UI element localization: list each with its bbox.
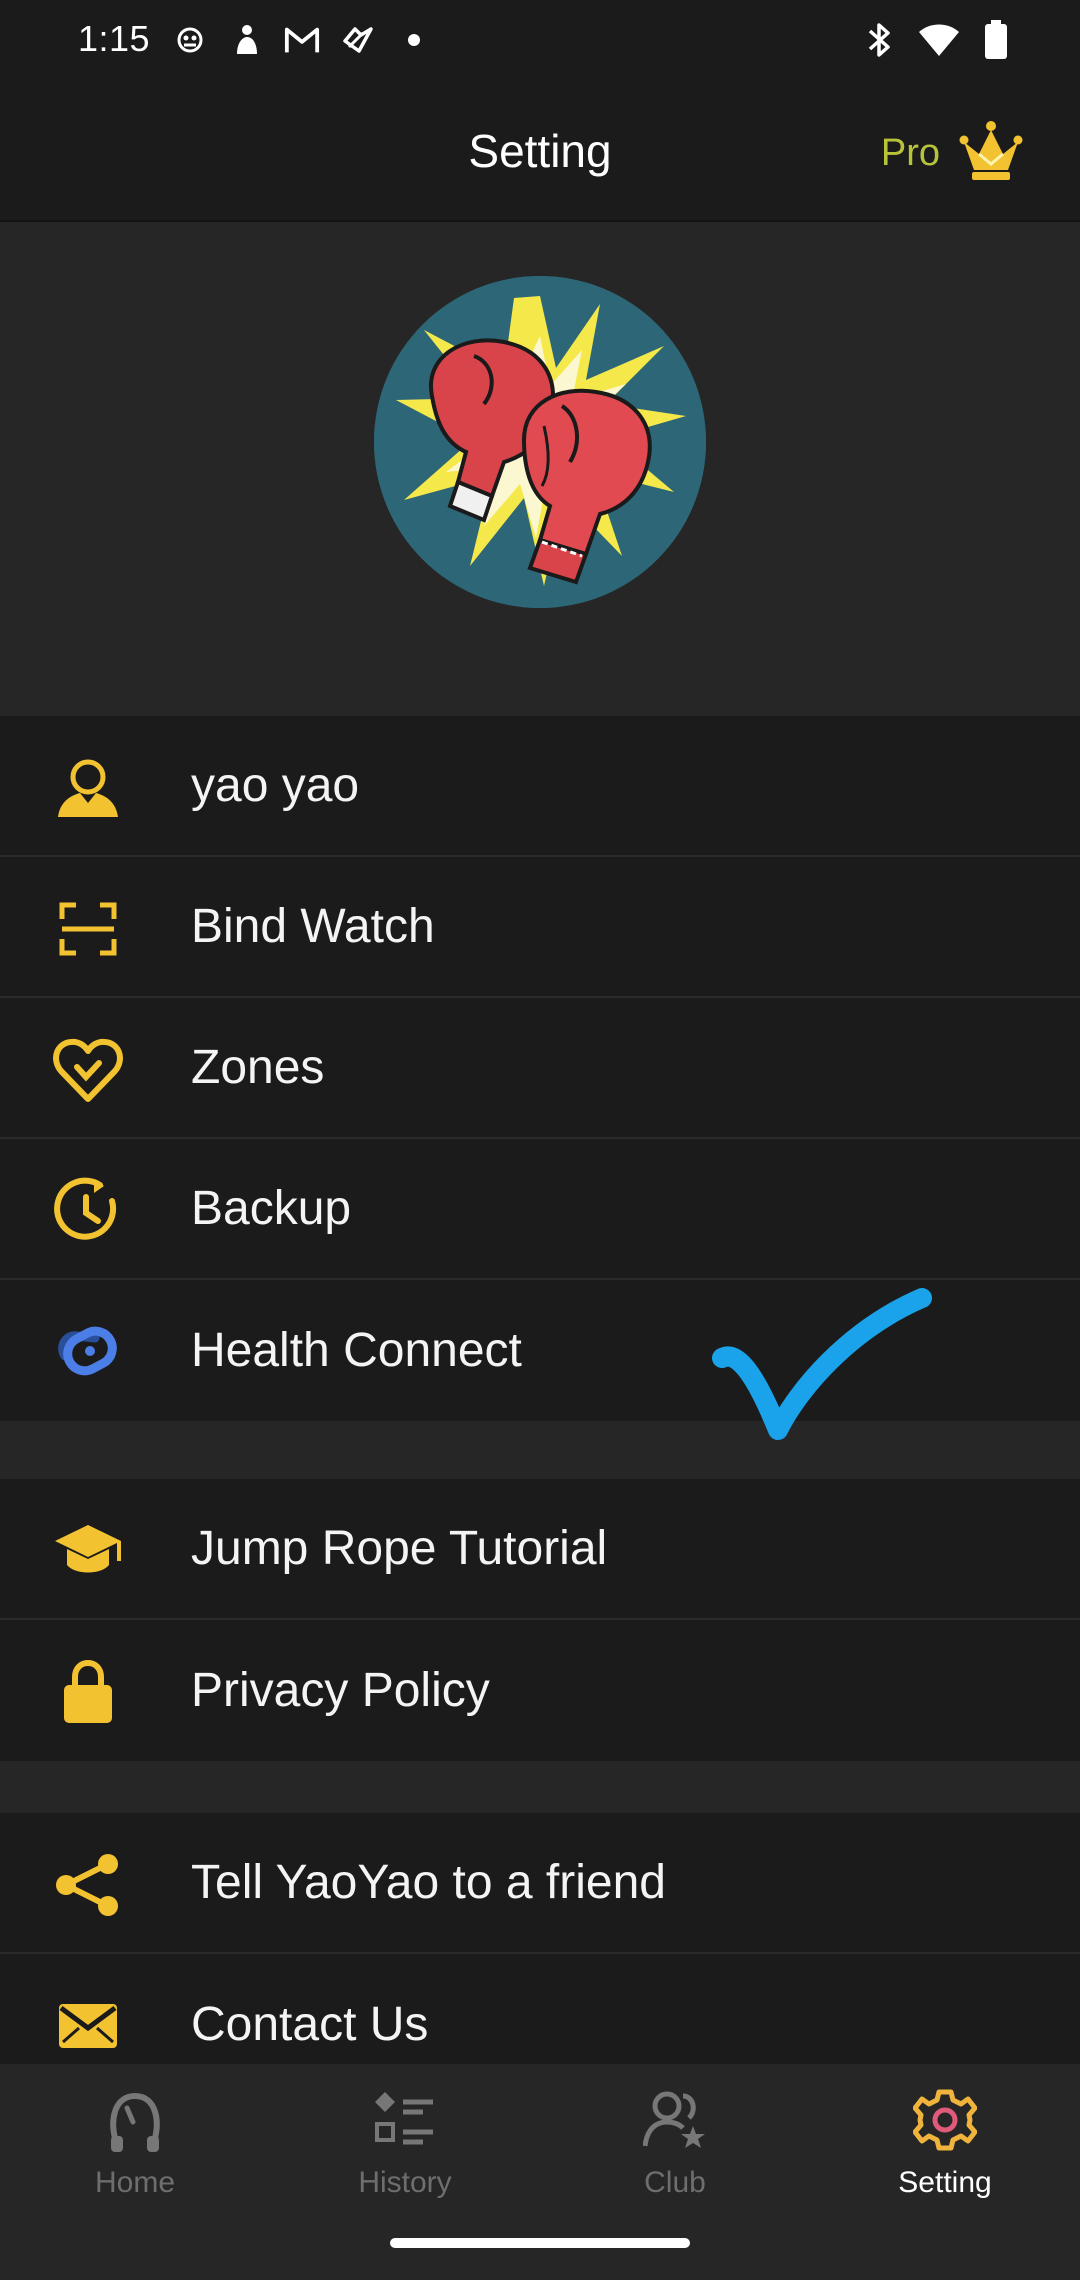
menu-item-label: yao yao [191, 759, 360, 812]
wifi-icon [918, 23, 960, 62]
menu-item-label: Backup [191, 1182, 352, 1235]
menu-item-backup[interactable]: Backup [0, 1139, 1080, 1280]
menu-item-label: Bind Watch [191, 900, 435, 953]
menu-item-jump-rope-tutorial[interactable]: Jump Rope Tutorial [0, 1479, 1080, 1620]
bluetooth-icon [866, 21, 894, 64]
nav-label: Home [94, 2166, 176, 2199]
health-notification-icon [340, 22, 376, 58]
menu-item-profile[interactable]: yao yao [0, 716, 1080, 857]
status-bar: 1:15 [0, 0, 1080, 84]
section-divider [0, 1421, 1080, 1479]
menu-item-label: Zones [191, 1041, 325, 1094]
home-indicator[interactable] [390, 2238, 690, 2248]
profile-header [0, 222, 1080, 716]
menu-group-account: yao yao Bind Watch Zones Backup Health C… [0, 716, 1080, 1421]
menu-item-zones[interactable]: Zones [0, 998, 1080, 1139]
clock-backup-icon [52, 1175, 124, 1247]
scan-frame-icon [52, 893, 124, 965]
nav-tab-club[interactable]: Club [540, 2080, 810, 2230]
battery-icon [984, 20, 1008, 65]
menu-item-label: Tell YaoYao to a friend [191, 1856, 666, 1909]
person-icon [52, 752, 124, 824]
heart-icon [52, 1034, 124, 1106]
crown-icon [958, 118, 1024, 189]
menu-item-bind-watch[interactable]: Bind Watch [0, 857, 1080, 998]
mail-icon [52, 1990, 124, 2062]
nav-label: History [358, 2166, 452, 2199]
menu-group-info: Jump Rope Tutorial Privacy Policy [0, 1479, 1080, 1761]
figure-notification-icon [228, 22, 264, 58]
settings-screen: 1:15 Setting Pro yao yao Bind Watch Zone… [0, 0, 1080, 2280]
menu-item-health-connect[interactable]: Health Connect [0, 1280, 1080, 1421]
dot-icon [396, 22, 432, 58]
status-time: 1:15 [78, 18, 151, 59]
lock-icon [52, 1656, 124, 1728]
share-icon [52, 1849, 124, 1921]
nav-tab-setting[interactable]: Setting [810, 2080, 1080, 2230]
menu-item-share[interactable]: Tell YaoYao to a friend [0, 1813, 1080, 1954]
menu-item-label: Privacy Policy [191, 1664, 490, 1717]
game-notification-icon [172, 22, 208, 58]
pro-upgrade-button[interactable]: Pro [881, 118, 1024, 189]
graduation-cap-icon [52, 1515, 124, 1587]
menu-item-label: Jump Rope Tutorial [191, 1522, 608, 1575]
status-system-icons [866, 20, 1008, 65]
jump-rope-icon [103, 2088, 167, 2152]
nav-label: Club [644, 2166, 706, 2199]
health-connect-icon [52, 1316, 124, 1388]
nav-tab-history[interactable]: History [270, 2080, 540, 2230]
nav-label: Setting [898, 2166, 992, 2199]
nav-tab-home[interactable]: Home [0, 2080, 270, 2230]
section-divider [0, 1761, 1080, 1813]
menu-item-label: Health Connect [191, 1324, 522, 1377]
list-icon [373, 2088, 437, 2152]
menu-item-privacy-policy[interactable]: Privacy Policy [0, 1620, 1080, 1761]
users-icon [642, 2088, 707, 2152]
menu-group-social: Tell YaoYao to a friend Contact Us [0, 1813, 1080, 2095]
gmail-icon [284, 22, 320, 58]
boxing-gloves-avatar[interactable] [374, 276, 706, 608]
status-notification-icons [172, 22, 432, 58]
pro-label: Pro [880, 132, 940, 174]
app-bar: Setting Pro [0, 84, 1080, 222]
menu-item-label: Contact Us [191, 1998, 429, 2051]
settings-gear-icon [912, 2088, 978, 2152]
